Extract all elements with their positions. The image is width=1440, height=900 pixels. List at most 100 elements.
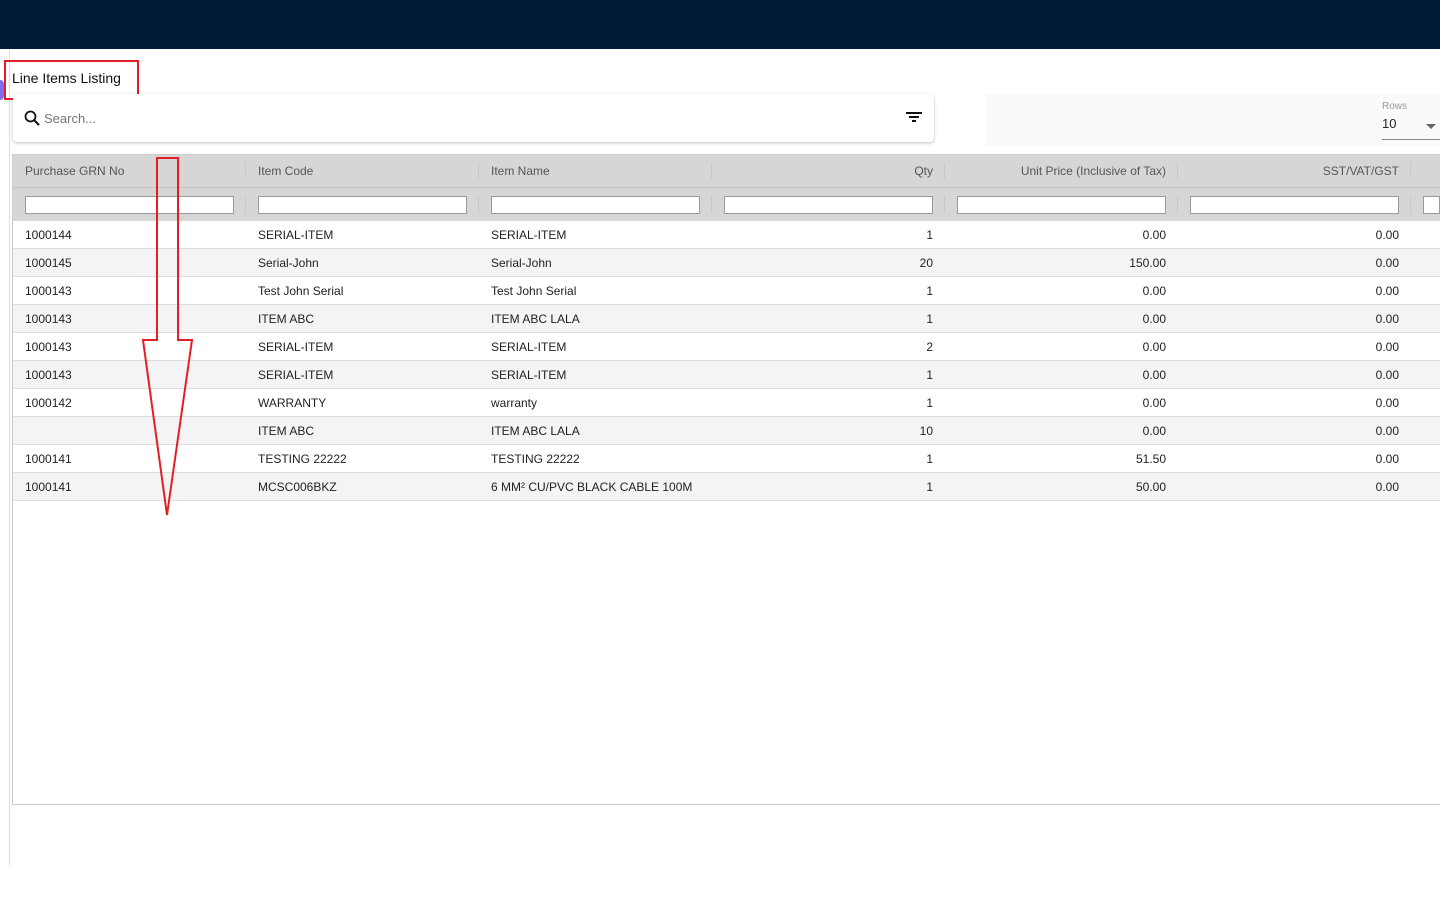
column-header-unit-price[interactable]: Unit Price (Inclusive of Tax) xyxy=(945,155,1178,187)
cell-tax: 0.00 xyxy=(1375,339,1399,354)
cell-tax: 0.00 xyxy=(1375,423,1399,438)
cell-item-code: MCSC006BKZ xyxy=(258,479,337,494)
filter-cell xyxy=(945,188,1178,221)
cell-grn-no: 1000144 xyxy=(25,227,72,242)
cell-unit-price: 0.00 xyxy=(1142,423,1166,438)
table-header: Purchase GRN No Item Code Item Name Qty Unit… xyxy=(13,155,1440,188)
cell-tax: 0.00 xyxy=(1375,283,1399,298)
cell-unit-price: 0.00 xyxy=(1142,367,1166,382)
cell-item-code: WARRANTY xyxy=(258,395,327,410)
table-row[interactable]: 1000143 Test John Serial Test John Serial 1… xyxy=(13,277,1440,305)
cell-tax: 0.00 xyxy=(1375,395,1399,410)
cell-unit-price: 0.00 xyxy=(1142,227,1166,242)
column-header-item-code[interactable]: Item Code xyxy=(246,155,479,187)
column-filter-input[interactable] xyxy=(491,195,700,214)
cell-grn-no: 1000143 xyxy=(25,367,72,382)
filter-cell xyxy=(479,188,712,221)
cell-item-code: ITEM ABC xyxy=(258,423,315,438)
cell-tax: 0.00 xyxy=(1375,479,1399,494)
column-header-item-name[interactable]: Item Name xyxy=(479,155,712,187)
rows-value: 10 xyxy=(1382,116,1397,131)
cell-qty: 2 xyxy=(926,339,933,354)
filter-cell xyxy=(712,188,945,221)
table-row[interactable]: 1000144 SERIAL-ITEM SERIAL-ITEM 1 0.00 0.00 xyxy=(13,221,1440,249)
cell-unit-price: 0.00 xyxy=(1142,339,1166,354)
sidebar-edge xyxy=(9,49,10,865)
rows-toolbar xyxy=(985,94,1440,146)
cell-qty: 1 xyxy=(926,283,933,298)
cell-item-name: TESTING 22222 xyxy=(491,451,580,466)
cell-qty: 20 xyxy=(919,255,933,270)
cell-item-name: warranty xyxy=(491,395,538,410)
cell-grn-no: 1000143 xyxy=(25,339,72,354)
cell-qty: 1 xyxy=(926,479,933,494)
chevron-down-icon xyxy=(1426,124,1436,129)
cell-item-name: ITEM ABC LALA xyxy=(491,311,580,326)
table-row[interactable]: 1000143 SERIAL-ITEM SERIAL-ITEM 2 0.00 0.00 xyxy=(13,333,1440,361)
search-bar xyxy=(13,94,934,142)
column-filter-input[interactable] xyxy=(724,195,933,214)
cell-tax: 0.00 xyxy=(1375,311,1399,326)
table-row[interactable]: 1000143 ITEM ABC ITEM ABC LALA 1 0.00 0.00 xyxy=(13,305,1440,333)
cell-unit-price: 0.00 xyxy=(1142,395,1166,410)
cell-item-code: TESTING 22222 xyxy=(258,451,347,466)
cell-grn-no: 1000141 xyxy=(25,479,72,494)
rows-label: Rows xyxy=(1382,101,1408,112)
filter-row xyxy=(13,188,1440,221)
cell-item-code: ITEM ABC xyxy=(258,311,315,326)
cell-item-code: Test John Serial xyxy=(258,283,344,298)
cell-item-code: Serial-John xyxy=(258,255,319,270)
table-row[interactable]: 1000142 WARRANTY warranty 1 0.00 0.00 xyxy=(13,389,1440,417)
column-header-qty[interactable]: Qty xyxy=(712,155,945,187)
cell-tax: 0.00 xyxy=(1375,255,1399,270)
cell-grn-no: 1000143 xyxy=(25,311,72,326)
cell-unit-price: 50.00 xyxy=(1135,479,1166,494)
column-filter-input[interactable] xyxy=(25,195,234,214)
cell-tax: 0.00 xyxy=(1375,227,1399,242)
table-row[interactable]: 1000145 Serial-John Serial-John 20 150.00 0.0… xyxy=(13,249,1440,277)
column-header-tax[interactable]: SST/VAT/GST xyxy=(1178,155,1411,187)
filter-cell xyxy=(1178,188,1411,221)
cell-item-code: SERIAL-ITEM xyxy=(258,227,334,242)
cell-qty: 1 xyxy=(926,311,933,326)
search-input[interactable] xyxy=(44,110,844,126)
column-filter-input[interactable] xyxy=(1190,195,1399,214)
cell-qty: 1 xyxy=(926,451,933,466)
cell-item-name: ITEM ABC LALA xyxy=(491,423,580,438)
cell-unit-price: 51.50 xyxy=(1135,451,1166,466)
cell-grn-no: 1000143 xyxy=(25,283,72,298)
table-row[interactable]: 1000141 TESTING 22222 TESTING 22222 1 51.50 0… xyxy=(13,445,1440,473)
cell-tax: 0.00 xyxy=(1375,451,1399,466)
filter-cell xyxy=(13,188,246,221)
cell-item-name: SERIAL-ITEM xyxy=(491,227,567,242)
filter-cell xyxy=(1411,188,1440,221)
filter-icon[interactable] xyxy=(906,110,922,124)
table-row[interactable]: 1000141 MCSC006BKZ 6 MM² CU/PVC BLACK CABL… xyxy=(13,473,1440,501)
cell-item-name: SERIAL-ITEM xyxy=(491,339,567,354)
table-row[interactable]: 1000143 SERIAL-ITEM SERIAL-ITEM 1 0.00 0.00 xyxy=(13,361,1440,389)
cell-qty: 1 xyxy=(926,227,933,242)
line-items-table: Purchase GRN No Item Code Item Name Qty Unit… xyxy=(12,154,1440,805)
cell-grn-no: 1000141 xyxy=(25,451,72,466)
column-header-grn-no[interactable]: Purchase GRN No xyxy=(13,155,246,187)
cell-qty: 10 xyxy=(919,423,933,438)
cell-item-name: Test John Serial xyxy=(491,283,577,298)
column-filter-input[interactable] xyxy=(1423,195,1440,214)
filter-cell xyxy=(246,188,479,221)
column-filter-input[interactable] xyxy=(258,195,467,214)
cell-qty: 1 xyxy=(926,367,933,382)
table-row[interactable]: ITEM ABC ITEM ABC LALA 10 0.00 0.00 xyxy=(13,417,1440,445)
column-filter-input[interactable] xyxy=(957,195,1166,214)
cell-item-code: SERIAL-ITEM xyxy=(258,339,334,354)
cell-item-name: SERIAL-ITEM xyxy=(491,367,567,382)
cell-qty: 1 xyxy=(926,395,933,410)
rows-per-page-select[interactable]: 10 xyxy=(1382,116,1440,140)
cell-item-code: SERIAL-ITEM xyxy=(258,367,334,382)
cell-unit-price: 150.00 xyxy=(1129,255,1166,270)
cell-item-name: 6 MM² CU/PVC BLACK CABLE 100M xyxy=(491,479,693,494)
cell-grn-no: 1000142 xyxy=(25,395,72,410)
top-navbar xyxy=(0,0,1440,49)
cell-unit-price: 0.00 xyxy=(1142,283,1166,298)
cell-grn-no: 1000145 xyxy=(25,255,72,270)
search-icon xyxy=(24,110,40,126)
